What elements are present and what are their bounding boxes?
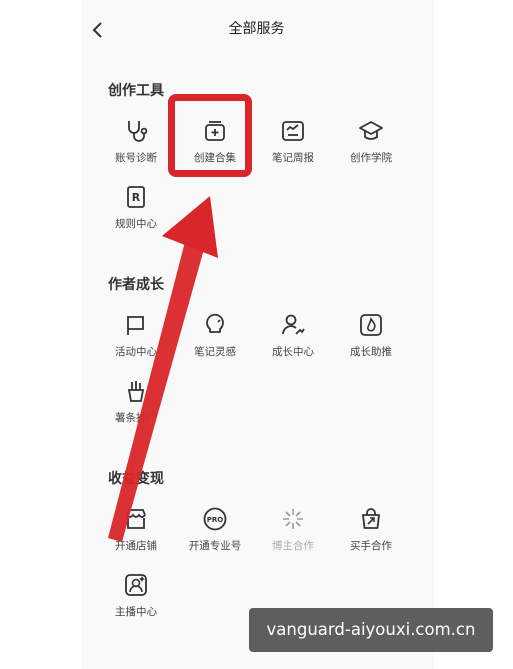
page-title: 全部服务	[228, 21, 285, 37]
service-note-weekly[interactable]: 笔记周报	[253, 118, 333, 165]
highlight-box	[168, 94, 252, 177]
service-label: 活动中心	[115, 346, 157, 358]
service-label: 规则中心	[115, 218, 157, 230]
service-open-pro-account[interactable]: PRO 开通专业号	[175, 506, 255, 553]
watermark-text: vanguard-aiyouxi.com.cn	[249, 608, 493, 652]
service-account-diagnosis[interactable]: 账号诊断	[96, 118, 176, 165]
anchor-portrait-icon	[125, 574, 147, 596]
service-label: 账号诊断	[115, 152, 157, 164]
flag-icon	[127, 316, 144, 335]
service-activity-center[interactable]: 活动中心	[96, 312, 176, 359]
lightbulb-icon	[206, 313, 224, 333]
section-title-monetization: 收益变现	[108, 471, 164, 487]
stethoscope-icon	[128, 121, 148, 142]
shopping-bag-icon	[362, 508, 380, 529]
service-label: 开通店铺	[115, 540, 157, 552]
service-label: 笔记周报	[272, 152, 314, 164]
svg-text:R: R	[132, 191, 141, 204]
pro-badge-icon: PRO	[203, 507, 227, 531]
fries-promo-icon	[127, 381, 145, 402]
service-open-store[interactable]: 开通店铺	[96, 506, 176, 553]
service-buyer-collab[interactable]: 买手合作	[331, 506, 411, 553]
service-label: 主播中心	[115, 606, 157, 618]
service-label: 笔记灵感	[194, 346, 236, 358]
service-label: 薯条推广	[115, 412, 157, 424]
service-fries-promotion[interactable]: 薯条推广	[96, 378, 176, 425]
service-creator-academy[interactable]: 创作学院	[331, 118, 411, 165]
svg-text:PRO: PRO	[207, 516, 224, 524]
service-label: 开通专业号	[188, 540, 242, 552]
report-chart-icon	[282, 121, 304, 141]
service-label: 买手合作	[350, 540, 392, 552]
section-title-author-growth: 作者成长	[108, 277, 164, 293]
service-label: 成长助推	[350, 346, 392, 358]
graduation-cap-icon	[359, 121, 383, 140]
service-label: 创作学院	[350, 152, 392, 164]
user-growth-icon	[282, 314, 305, 335]
service-rules-center[interactable]: R 规则中心	[96, 184, 176, 231]
service-anchor-center[interactable]: 主播中心	[96, 572, 176, 619]
service-note-inspiration[interactable]: 笔记灵感	[175, 312, 255, 359]
service-blogger-collab[interactable]: 博主合作	[253, 506, 333, 553]
sparkle-collab-icon	[283, 509, 303, 529]
rules-book-icon: R	[127, 186, 145, 208]
service-growth-boost[interactable]: 成长助推	[331, 312, 411, 359]
store-icon	[126, 509, 146, 529]
service-label: 博主合作	[272, 540, 314, 552]
section-title-creation-tools: 创作工具	[108, 83, 164, 99]
flame-boost-icon	[360, 314, 382, 336]
service-label: 成长中心	[272, 346, 314, 358]
service-growth-center[interactable]: 成长中心	[253, 312, 333, 359]
